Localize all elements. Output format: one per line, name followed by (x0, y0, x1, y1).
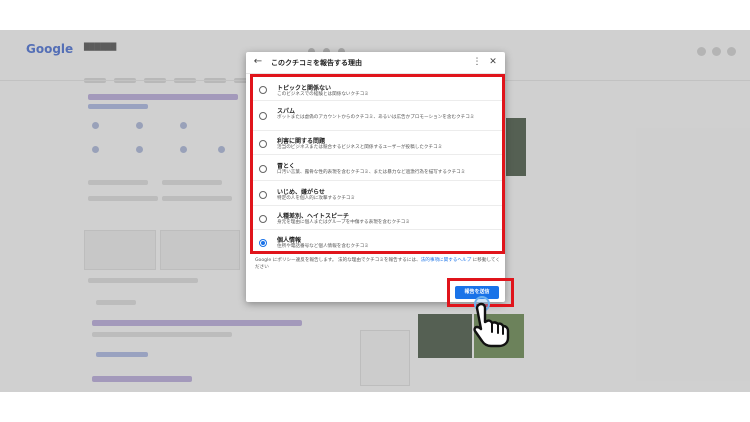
reason-option-personal-info[interactable]: 個人情報 住所や電話番号など個人情報を含むクチコミ (251, 230, 503, 254)
radio-button[interactable] (259, 165, 267, 173)
screenshot-stage: Google ██████ ← このクチコミを報告する理由 ⋮ ✕ トピックと関… (0, 0, 750, 422)
policy-text: Google にポリシー違反を報告します。 法的な理由でクチコミを報告するには、 (255, 258, 421, 263)
option-description: 住所や電話番号など個人情報を含むクチコミ (277, 244, 369, 249)
back-arrow-icon[interactable]: ← (252, 56, 264, 68)
radio-button[interactable] (259, 140, 267, 148)
reason-option-hate-speech[interactable]: 人種差別、ヘイトスピーチ 身元を理由に個人またはグループを中傷する表現を含むクチ… (251, 206, 503, 230)
radio-button[interactable] (259, 191, 267, 199)
option-description: 身元を理由に個人またはグループを中傷する表現を含むクチコミ (277, 220, 410, 225)
option-description: 特定の人を個人的に攻撃するクチコミ (277, 196, 356, 201)
radio-button-selected[interactable] (259, 239, 267, 247)
option-description: ボットまたは虚偽のアカウントからのクチコミ、あるいは広告かプロモーションを含むク… (277, 115, 475, 120)
policy-note: Google にポリシー違反を報告します。 法的な理由でクチコミを報告するには、… (255, 257, 500, 271)
reason-option-bullying[interactable]: いじめ、嫌がらせ 特定の人を個人的に攻撃するクチコミ (251, 181, 503, 206)
dialog-title: このクチコミを報告する理由 (271, 59, 362, 67)
option-description: このビジネスでの経験とは関係ないクチコミ (277, 92, 369, 97)
legal-help-link[interactable]: 法的事項に関するヘルプ (421, 258, 472, 263)
pointing-hand-icon (473, 302, 510, 348)
reason-option-conflict-of-interest[interactable]: 利害に関する問題 活当のビジネスまたは競合するビジネスと関係するユーザーが投稿し… (251, 131, 503, 155)
more-vert-icon[interactable]: ⋮ (472, 56, 482, 68)
radio-button[interactable] (259, 215, 267, 223)
option-description: 口汚い言葉、露骨な性的表現を含むクチコミ、または暴力など過激行為を描写するクチコ… (277, 170, 466, 175)
reason-option-profanity[interactable]: 冒とく 口汚い言葉、露骨な性的表現を含むクチコミ、または暴力など過激行為を描写す… (251, 155, 503, 181)
close-icon[interactable]: ✕ (488, 56, 498, 68)
reason-option-off-topic[interactable]: トピックと関係ない このビジネスでの経験とは関係ないクチコミ (251, 77, 503, 101)
option-description: 活当のビジネスまたは競合するビジネスと関係するユーザーが投稿したクチコミ (277, 145, 443, 150)
radio-button[interactable] (259, 112, 267, 120)
reason-option-spam[interactable]: スパム ボットまたは虚偽のアカウントからのクチコミ、あるいは広告かプロモーション… (251, 101, 503, 131)
dialog-header: ← このクチコミを報告する理由 ⋮ ✕ (246, 52, 505, 74)
radio-button[interactable] (259, 86, 267, 94)
